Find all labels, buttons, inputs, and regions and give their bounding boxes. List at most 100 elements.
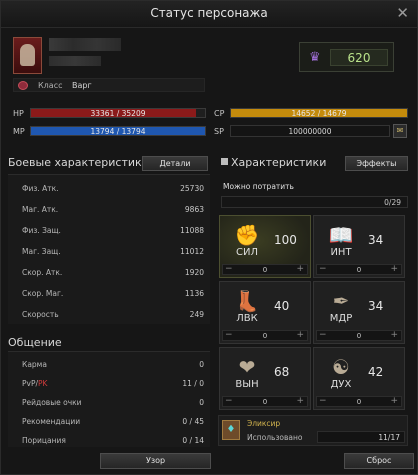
- blurred-name: [49, 38, 121, 51]
- social-label: Рекомендации: [22, 417, 80, 426]
- stat-bonus: 0: [262, 332, 268, 340]
- social-label-text: Рейдовые очки: [22, 398, 82, 407]
- stat-bonus: 0: [356, 266, 362, 274]
- combat-stat-value: 249: [189, 310, 204, 319]
- sp-label: SP: [214, 127, 224, 136]
- combat-stat-value: 11012: [180, 247, 204, 256]
- stat-allocator: −0 +: [222, 396, 308, 407]
- combat-stat-label: Физ. Защ.: [22, 226, 61, 235]
- elixir-name: Эликсир: [247, 419, 281, 428]
- stat-tile-3[interactable]: 👢 ЛВК 40−0 +: [219, 281, 311, 344]
- elixir-used-field: 11/17: [317, 431, 405, 443]
- stat-name: ИНТ: [330, 247, 352, 258]
- mp-text: 13794 / 13794: [90, 127, 146, 136]
- stat-name: СИЛ: [236, 247, 258, 258]
- effects-button[interactable]: Эффекты: [345, 156, 408, 171]
- social-label: PvP/PK: [22, 379, 47, 388]
- portrait-figure: [20, 44, 35, 66]
- stat-tile-1[interactable]: ✊ СИЛ 100−0 +: [219, 215, 311, 278]
- mp-bar: 13794 / 13794: [30, 126, 206, 136]
- stat-value: 42: [368, 365, 384, 379]
- combat-power-box[interactable]: ♛ 620: [299, 42, 394, 72]
- class-emblem-icon: [18, 81, 28, 90]
- combat-stat-value: 11088: [180, 226, 204, 235]
- stat-tile-2[interactable]: 📖 ИНТ 34−0 +: [313, 215, 405, 278]
- stat-value: 40: [274, 299, 290, 313]
- hp-bar: 33361 / 35209: [30, 108, 206, 118]
- social-title: Общение: [8, 336, 62, 349]
- social-label: Карма: [22, 360, 47, 369]
- book-icon: 📖: [328, 223, 354, 247]
- elixir-icon[interactable]: ♦: [222, 420, 240, 440]
- stat-allocator: −0 +: [316, 264, 402, 275]
- plus-button[interactable]: +: [296, 330, 304, 340]
- stat-tile-5[interactable]: ❤ ВЫН 68−0 +: [219, 347, 311, 410]
- elixir-row: ♦ Эликсир Использовано 11/17: [218, 415, 408, 446]
- social-label: Порицания: [22, 436, 66, 445]
- combat-stat-value: 25730: [180, 184, 204, 193]
- hp-text: 33361 / 35209: [90, 109, 146, 118]
- social-value: 0 / 14: [182, 436, 204, 445]
- social-row: Рейдовые очки 0: [8, 396, 210, 410]
- stat-value: 34: [368, 233, 384, 247]
- sp-value: 100000000: [288, 127, 332, 136]
- stat-bonus: 0: [262, 266, 268, 274]
- social-label: Рейдовые очки: [22, 398, 82, 407]
- cp-bar: 14652 / 14679: [230, 108, 408, 118]
- social-label-text: PvP: [22, 379, 36, 388]
- combat-stat-row: Физ. Защ. 11088: [8, 224, 210, 238]
- combat-stat-label: Скор. Маг.: [22, 289, 64, 298]
- combat-stats-title: Боевые характеристики: [8, 156, 149, 169]
- class-label: Класс: [38, 81, 63, 90]
- stat-bonus: 0: [262, 398, 268, 406]
- combat-stats-panel: Физ. Атк. 25730 Маг. Атк. 9863 Физ. Защ. 1108…: [8, 174, 210, 324]
- quill-icon: ✒: [332, 289, 350, 313]
- square-bullet-icon: [221, 158, 228, 165]
- stat-tile-6[interactable]: ☯ ДУХ 42−0 +: [313, 347, 405, 410]
- spend-points-field: 0/29: [221, 196, 408, 208]
- combat-stat-value: 1920: [184, 268, 204, 277]
- stat-bonus: 0: [356, 332, 362, 340]
- stat-allocator: −0 +: [222, 330, 308, 341]
- sp-field: 100000000: [230, 125, 390, 137]
- stat-tile-4[interactable]: ✒ МДР 34−0 +: [313, 281, 405, 344]
- plus-button[interactable]: +: [390, 396, 398, 406]
- combat-stat-row: Скорость 249: [8, 308, 210, 322]
- spend-points-value: 0/29: [384, 198, 401, 207]
- social-value: 0: [199, 360, 204, 369]
- stat-allocator: −0 +: [222, 264, 308, 275]
- combat-stat-value: 1136: [184, 289, 204, 298]
- plus-button[interactable]: +: [296, 396, 304, 406]
- combat-stat-row: Скор. Атк. 1920: [8, 266, 210, 280]
- sp-scroll-icon[interactable]: ✉: [393, 124, 407, 138]
- elixir-used-value: 11/17: [378, 433, 400, 442]
- class-row: Класс Варг: [13, 78, 205, 92]
- close-icon[interactable]: ✕: [396, 5, 409, 21]
- spend-points-label: Можно потратить: [223, 182, 294, 191]
- class-value: Варг: [72, 81, 92, 90]
- social-value: 0 / 45: [182, 417, 204, 426]
- pattern-button[interactable]: Узор: [100, 453, 211, 469]
- social-value: 11 / 0: [182, 379, 204, 388]
- pk-label: PK: [38, 379, 48, 388]
- elixir-used-label: Использовано: [247, 433, 303, 442]
- reset-button[interactable]: Сброс: [344, 453, 414, 469]
- combat-stat-label: Физ. Атк.: [22, 184, 59, 193]
- stat-value: 100: [274, 233, 297, 247]
- cp-label: CP: [214, 109, 225, 118]
- social-label-text: Рекомендации: [22, 417, 81, 426]
- combat-power-value: 620: [330, 49, 388, 66]
- stat-value: 34: [368, 299, 384, 313]
- details-button[interactable]: Детали: [142, 156, 208, 171]
- title-bar[interactable]: Статус персонажа ✕: [1, 1, 417, 28]
- blurred-subtitle: [49, 56, 101, 66]
- power-crest-icon: ♛: [309, 50, 321, 65]
- plus-button[interactable]: +: [390, 264, 398, 274]
- stat-allocator: −0 +: [316, 396, 402, 407]
- plus-button[interactable]: +: [390, 330, 398, 340]
- plus-button[interactable]: +: [296, 264, 304, 274]
- social-label-text: Порицания: [22, 436, 66, 445]
- social-row: Порицания 0 / 14: [8, 434, 210, 448]
- combat-stat-value: 9863: [184, 205, 204, 214]
- social-row: Карма 0: [8, 358, 210, 372]
